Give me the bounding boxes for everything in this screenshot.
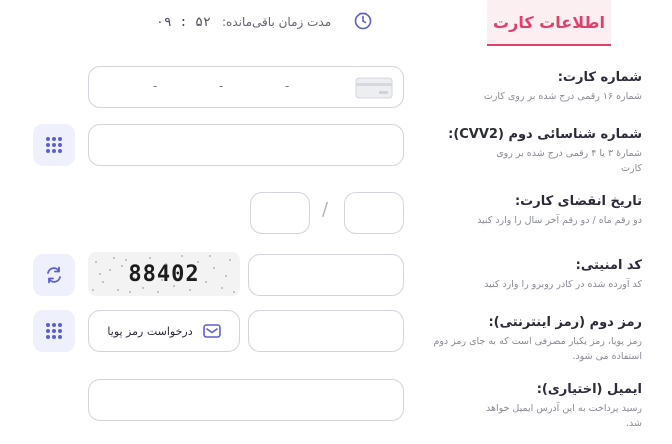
request-dynamic-pin-label: درخواست رمز پویا [107,324,193,338]
email-input[interactable] [88,379,404,421]
card-number-dash: - [153,79,158,93]
expiry-hint: دو رقم ماه / دو رقم آخر سال را وارد کنید [477,215,642,226]
card-number-label: شماره کارت: [557,70,642,85]
expiry-month-input[interactable] [344,192,404,234]
card-number-input[interactable]: - - - [88,66,404,108]
card-number-dash: - [219,79,224,93]
request-dynamic-pin-button[interactable]: درخواست رمز پویا [88,310,240,352]
captcha-label: کد امنیتی: [575,258,642,273]
keypad-button[interactable] [33,310,75,352]
expiry-separator: / [322,199,329,220]
captcha-image: 88402 [88,252,240,296]
email-label: ایمیل (اختیاری): [536,382,642,397]
captcha-hint: کد آورده شده در کادر روبرو را وارد کنید [484,279,642,290]
pin2-hint: رمز پویا، رمز یکبار مصرفی است که به جای … [433,336,642,362]
cvv2-hint: شمارهٔ ۳ یا ۴ رقمی درج شده بر روی کارت [496,148,642,174]
pin2-label: رمز دوم (رمز اینترنتی): [488,315,642,330]
timer-label: مدت زمان باقی‌مانده: [222,15,332,29]
cvv2-label: شماره شناسائی دوم (CVV2): [448,127,642,142]
card-number-hint: شماره ۱۶ رقمی درج شده بر روی کارت [483,91,642,102]
email-hint: رسید پرداخت به این آدرس ایمیل خواهد شد. [485,403,642,429]
keypad-icon [46,323,62,339]
clock-icon [354,12,372,30]
expiry-label: تاریخ انقضای کارت: [514,194,642,209]
refresh-icon [47,266,61,284]
expiry-year-input[interactable] [250,192,310,234]
pin2-input[interactable] [248,310,404,352]
timer-value: ۰۹ : ۵۲ [156,14,211,30]
cvv2-input[interactable] [88,124,404,166]
keypad-button[interactable] [33,124,75,166]
keypad-icon [46,137,62,153]
captcha-input[interactable] [248,254,404,296]
tab-card-info[interactable]: اطلاعات کارت [487,0,611,46]
card-icon [355,77,393,99]
card-number-dash: - [285,79,290,93]
envelope-icon [202,324,221,338]
refresh-captcha-button[interactable] [33,254,75,296]
captcha-text: 88402 [128,261,200,287]
